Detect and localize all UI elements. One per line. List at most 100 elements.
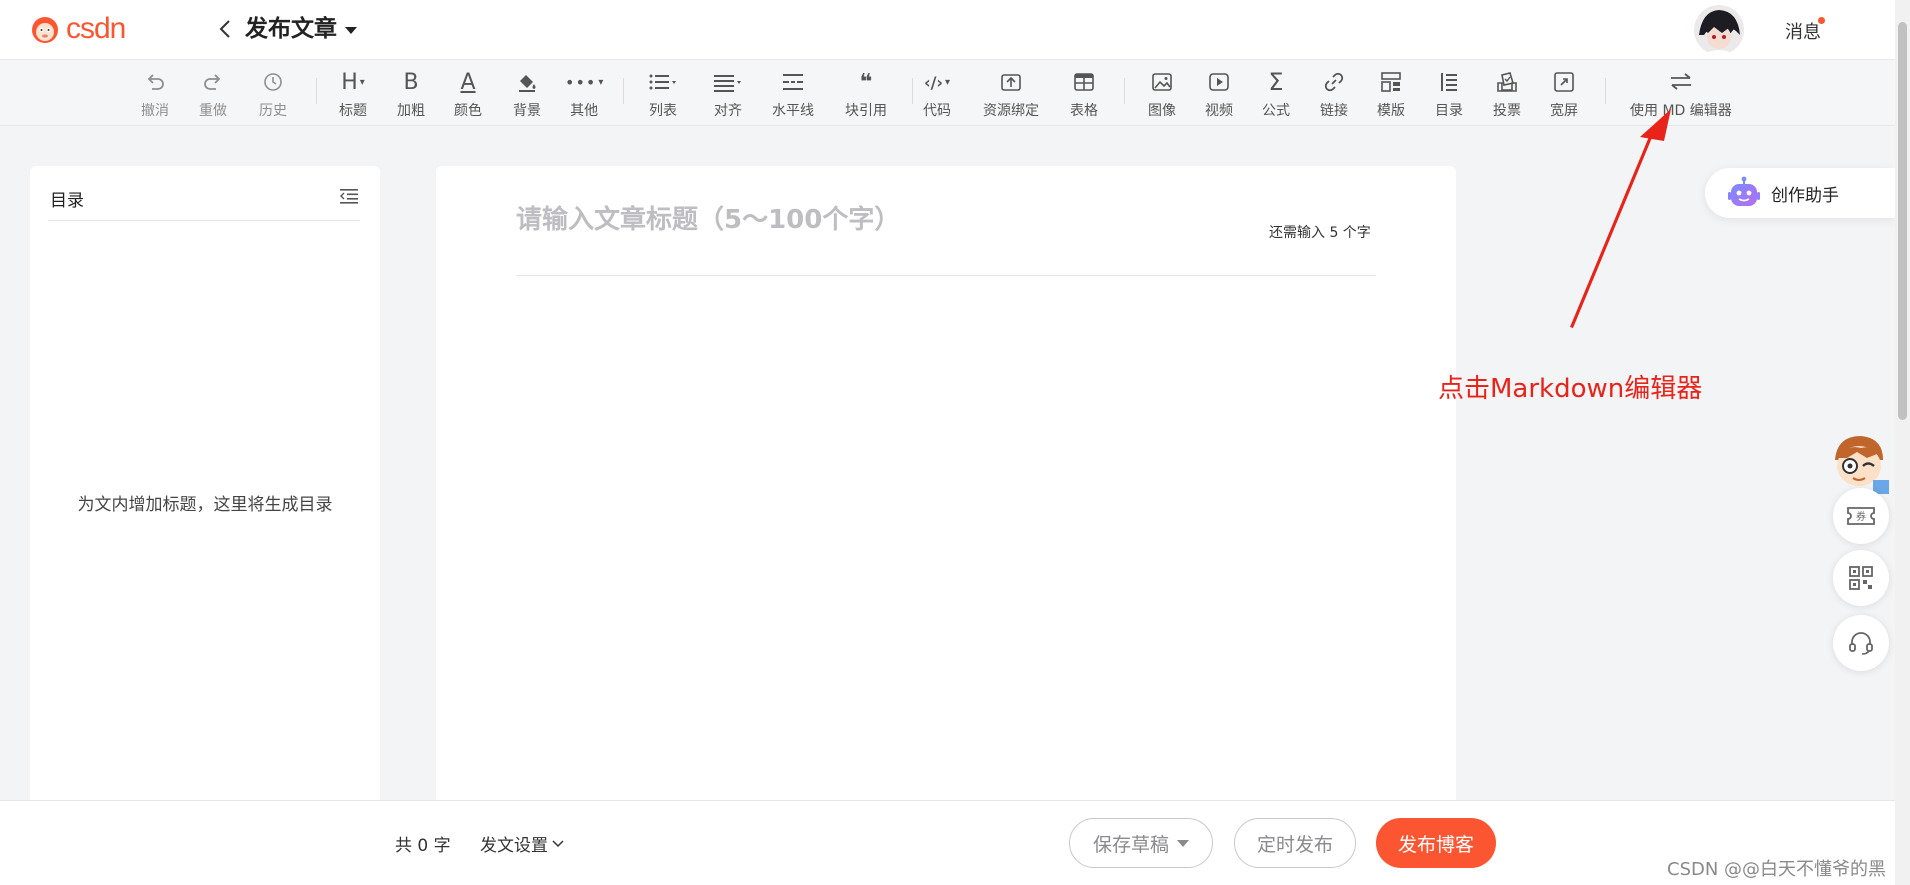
- back-button[interactable]: [214, 16, 236, 42]
- csdn-logo[interactable]: CSDN: [30, 12, 126, 45]
- avatar-image: [1694, 5, 1744, 55]
- link-icon: [1323, 68, 1345, 96]
- formula-button[interactable]: Σ 公式: [1262, 68, 1290, 120]
- title-divider: [516, 275, 1376, 276]
- video-icon: [1208, 68, 1230, 96]
- toc-icon: [1438, 68, 1460, 96]
- vote-label: 投票: [1493, 103, 1521, 119]
- text-color-icon: A: [460, 69, 476, 95]
- template-icon: [1380, 68, 1402, 96]
- toolbar-divider: [912, 78, 913, 104]
- undo-button[interactable]: 撤消: [141, 68, 169, 120]
- customer-service-button[interactable]: [1833, 615, 1889, 671]
- toolbar-divider: [623, 78, 624, 104]
- editor-panel: 还需输入 5 个字: [436, 166, 1456, 806]
- chevron-down-icon: [552, 839, 564, 847]
- annotation-arrow: [1570, 109, 1671, 328]
- logo-text: CSDN: [66, 12, 126, 45]
- annotation-text: 点击Markdown编辑器: [1438, 374, 1703, 404]
- coupon-icon: 券: [1847, 507, 1875, 525]
- footer-bar: 共 0 字 发文设置 保存草稿 定时发布 发布博客: [0, 800, 1895, 885]
- blockquote-label: 块引用: [845, 103, 887, 119]
- align-label: 对齐: [714, 103, 742, 119]
- link-label: 链接: [1320, 103, 1348, 119]
- coupon-button[interactable]: 券: [1833, 488, 1889, 544]
- redo-icon: [202, 68, 224, 96]
- code-button[interactable]: ‹/› ▾ 代码: [923, 68, 951, 120]
- qrcode-button[interactable]: [1833, 550, 1889, 606]
- headset-icon: [1849, 632, 1873, 655]
- image-icon: [1151, 68, 1173, 96]
- creation-assistant-label: 创作助手: [1771, 185, 1839, 206]
- redo-button[interactable]: 重做: [199, 68, 227, 120]
- caret-down-icon[interactable]: [1177, 839, 1189, 847]
- toc-empty-text: 为文内增加标题，这里将生成目录: [77, 495, 333, 515]
- schedule-publish-button[interactable]: 定时发布: [1234, 818, 1356, 868]
- background-label: 背景: [513, 103, 541, 119]
- bold-icon: B: [403, 69, 419, 95]
- collapse-toc-icon[interactable]: [340, 188, 360, 208]
- toolbar-divider: [316, 78, 317, 104]
- user-avatar[interactable]: [1694, 5, 1744, 55]
- save-draft-button[interactable]: 保存草稿: [1069, 818, 1213, 868]
- link-button[interactable]: 链接: [1320, 68, 1348, 120]
- color-button[interactable]: A 颜色: [454, 68, 482, 120]
- table-icon: [1073, 68, 1095, 96]
- align-button[interactable]: 对齐: [713, 68, 743, 120]
- remaining-chars-hint: 还需输入 5 个字: [1269, 225, 1371, 241]
- heading-button[interactable]: H ▾ 标题: [339, 68, 367, 120]
- list-button[interactable]: 列表: [648, 68, 678, 120]
- table-label: 表格: [1070, 103, 1098, 119]
- quote-icon: ❝: [859, 69, 873, 95]
- template-button[interactable]: 模版: [1377, 68, 1405, 120]
- publish-settings-label: 发文设置: [480, 836, 548, 856]
- toc-button[interactable]: 目录: [1435, 68, 1463, 120]
- image-button[interactable]: 图像: [1148, 68, 1176, 120]
- svg-text:券: 券: [1856, 510, 1866, 523]
- save-draft-label: 保存草稿: [1092, 833, 1169, 856]
- monkey-logo-icon: [32, 17, 58, 43]
- list-label: 列表: [649, 103, 677, 119]
- vote-button[interactable]: 投票: [1493, 68, 1521, 120]
- color-label: 颜色: [454, 103, 482, 119]
- scrollbar-thumb[interactable]: [1898, 22, 1907, 420]
- formula-label: 公式: [1262, 103, 1290, 119]
- sigma-icon: Σ: [1268, 68, 1284, 96]
- resource-button[interactable]: 资源绑定: [983, 68, 1039, 120]
- publish-settings-toggle[interactable]: 发文设置: [480, 831, 564, 856]
- history-button[interactable]: 历史: [259, 68, 287, 120]
- bold-button[interactable]: B 加粗: [397, 68, 425, 120]
- toc-label: 目录: [1435, 103, 1463, 119]
- word-count: 共 0 字: [395, 836, 451, 856]
- table-button[interactable]: 表格: [1070, 68, 1098, 120]
- qrcode-icon: [1849, 566, 1873, 590]
- background-button[interactable]: 背景: [513, 68, 541, 120]
- fullscreen-icon: [1553, 68, 1575, 96]
- mascot-icon[interactable]: [1827, 430, 1891, 494]
- heading-label: 标题: [339, 103, 367, 119]
- undo-label: 撤消: [141, 103, 169, 119]
- page-title[interactable]: 发布文章: [245, 14, 337, 44]
- article-title-input[interactable]: [516, 202, 1246, 238]
- other-button[interactable]: ••• ▾ 其他: [565, 68, 603, 120]
- title-dropdown-caret-icon[interactable]: [345, 27, 357, 34]
- page-scrollbar[interactable]: [1895, 0, 1910, 885]
- csdn-watermark: CSDN @@白天不懂爷的黑: [1667, 859, 1887, 880]
- toolbar-divider: [1124, 78, 1125, 104]
- top-bar: CSDN 发布文章 消息: [0, 0, 1895, 60]
- messages-link[interactable]: 消息: [1785, 18, 1821, 44]
- vote-icon: [1496, 68, 1518, 96]
- video-button[interactable]: 视频: [1205, 68, 1233, 120]
- resource-upload-icon: [1000, 68, 1022, 96]
- other-label: 其他: [570, 103, 599, 119]
- publish-blog-button[interactable]: 发布博客: [1376, 818, 1496, 868]
- image-label: 图像: [1148, 103, 1176, 119]
- history-icon: [262, 68, 284, 96]
- code-label: 代码: [923, 103, 951, 119]
- toc-panel: 目录 为文内增加标题，这里将生成目录: [30, 166, 380, 806]
- blockquote-button[interactable]: ❝ 块引用: [845, 68, 887, 120]
- hr-button[interactable]: 水平线: [772, 68, 814, 120]
- creation-assistant-button[interactable]: 创作助手: [1705, 168, 1895, 218]
- chevron-left-icon: [219, 20, 230, 38]
- heading-icon: H ▾: [341, 69, 365, 95]
